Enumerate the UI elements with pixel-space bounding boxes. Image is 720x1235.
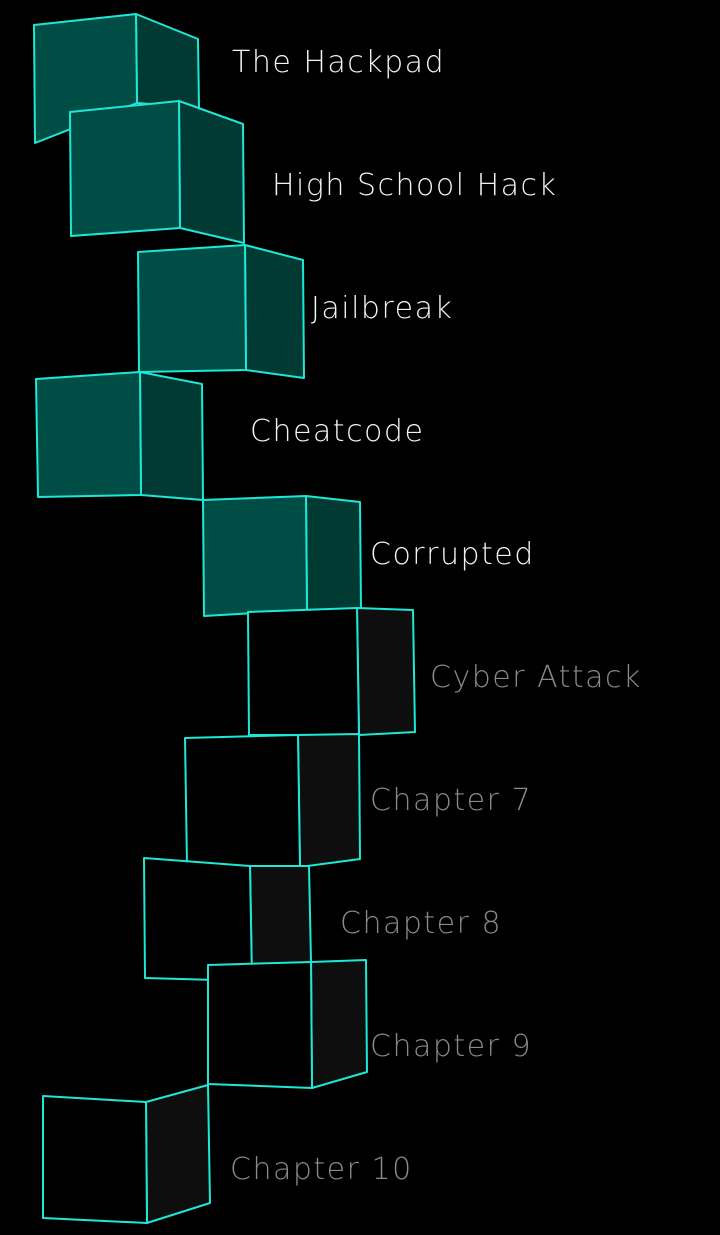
cube-side-face[interactable]: [135, 13, 200, 109]
cube-side-face[interactable]: [145, 1084, 211, 1224]
chapter-cube-3[interactable]: [137, 244, 305, 379]
chapter-cube-6[interactable]: [247, 607, 416, 736]
chapter-label-8[interactable]: Chapter 8: [340, 909, 502, 939]
chapter-label-2[interactable]: High School Hack: [272, 171, 557, 201]
cube-side-face[interactable]: [305, 495, 362, 611]
cube-side-face[interactable]: [139, 371, 204, 501]
chapter-cube-10[interactable]: [42, 1084, 211, 1224]
chapter-label-1[interactable]: The Hackpad: [232, 48, 445, 78]
chapter-label-5[interactable]: Corrupted: [370, 540, 535, 570]
cube-side-face[interactable]: [297, 733, 361, 868]
cube-front-face[interactable]: [137, 244, 247, 373]
cube-side-face[interactable]: [178, 100, 245, 244]
chapter-cube-7[interactable]: [184, 733, 361, 868]
chapter-label-6[interactable]: Cyber Attack: [430, 663, 642, 693]
cube-side-face[interactable]: [244, 244, 305, 379]
cube-side-face[interactable]: [310, 959, 368, 1089]
chapter-label-9[interactable]: Chapter 9: [370, 1032, 532, 1062]
chapter-label-10[interactable]: Chapter 10: [230, 1155, 413, 1185]
chapter-label-7[interactable]: Chapter 7: [370, 786, 532, 816]
cube-front-face[interactable]: [42, 1095, 148, 1224]
chapter-cube-2[interactable]: [69, 100, 245, 244]
cube-front-face[interactable]: [202, 495, 308, 617]
cube-front-face[interactable]: [247, 607, 360, 736]
chapter-label-4[interactable]: Cheatcode: [250, 417, 424, 447]
chapter-cube-9[interactable]: [207, 959, 368, 1089]
cube-front-face[interactable]: [35, 371, 142, 498]
cube-side-face[interactable]: [356, 607, 416, 736]
cube-front-face[interactable]: [184, 734, 301, 868]
cube-front-face[interactable]: [143, 857, 253, 982]
cube-front-face[interactable]: [69, 100, 181, 237]
chapter-label-3[interactable]: Jailbreak: [311, 294, 453, 324]
cube-front-face[interactable]: [207, 961, 313, 1089]
chapter-cube-4[interactable]: [35, 371, 204, 501]
chapter-cube-5[interactable]: [202, 495, 362, 617]
